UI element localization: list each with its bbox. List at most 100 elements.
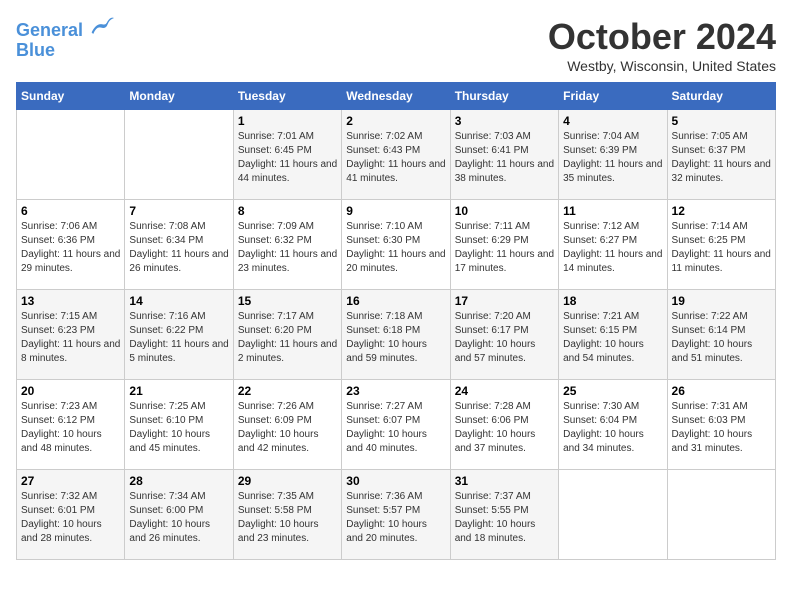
day-number: 21 [129,384,228,398]
day-info: Sunrise: 7:31 AM Sunset: 6:03 PM Dayligh… [672,400,771,456]
logo: General Blue [16,16,114,61]
logo-blue: Blue [16,40,55,60]
calendar-cell: 16 Sunrise: 7:18 AM Sunset: 6:18 PM Dayli… [342,290,450,380]
logo-general: General [16,20,83,40]
calendar-cell: 10Sunrise: 7:11 AM Sunset: 6:29 PM Dayli… [450,200,558,290]
weekday-header-wednesday: Wednesday [342,83,450,110]
day-number: 1 [238,114,337,128]
calendar-cell: 18 Sunrise: 7:21 AM Sunset: 6:15 PM Dayli… [559,290,667,380]
day-info: Sunrise: 7:14 AM Sunset: 6:25 PM Dayligh… [672,220,771,276]
calendar-cell: 8Sunrise: 7:09 AM Sunset: 6:32 PM Daylig… [233,200,341,290]
calendar-cell: 28 Sunrise: 7:34 AM Sunset: 6:00 PM Dayli… [125,470,233,560]
title-block: October 2024 Westby, Wisconsin, United S… [548,16,776,74]
day-number: 22 [238,384,337,398]
day-info: Sunrise: 7:21 AM Sunset: 6:15 PM Dayligh… [563,310,662,366]
day-info: Sunrise: 7:28 AM Sunset: 6:06 PM Dayligh… [455,400,554,456]
day-number: 6 [21,204,120,218]
calendar-cell: 29 Sunrise: 7:35 AM Sunset: 5:58 PM Dayli… [233,470,341,560]
calendar-cell: 1 Sunrise: 7:01 AM Sunset: 6:45 PM Daylig… [233,110,341,200]
calendar-cell: 17 Sunrise: 7:20 AM Sunset: 6:17 PM Dayli… [450,290,558,380]
calendar-cell: 27Sunrise: 7:32 AM Sunset: 6:01 PM Dayli… [17,470,125,560]
day-info: Sunrise: 7:10 AM Sunset: 6:30 PM Dayligh… [346,220,445,276]
day-info: Sunrise: 7:30 AM Sunset: 6:04 PM Dayligh… [563,400,662,456]
day-info: Sunrise: 7:37 AM Sunset: 5:55 PM Dayligh… [455,490,554,546]
calendar-cell [17,110,125,200]
day-number: 23 [346,384,445,398]
calendar-week-row: 1 Sunrise: 7:01 AM Sunset: 6:45 PM Daylig… [17,110,776,200]
day-info: Sunrise: 7:27 AM Sunset: 6:07 PM Dayligh… [346,400,445,456]
day-info: Sunrise: 7:32 AM Sunset: 6:01 PM Dayligh… [21,490,120,546]
logo-bird-icon [90,16,114,36]
calendar-cell: 20 Sunrise: 7:23 AM Sunset: 6:12 PM Dayli… [17,380,125,470]
day-info: Sunrise: 7:01 AM Sunset: 6:45 PM Dayligh… [238,130,337,186]
day-number: 15 [238,294,337,308]
day-info: Sunrise: 7:22 AM Sunset: 6:14 PM Dayligh… [672,310,771,366]
day-info: Sunrise: 7:26 AM Sunset: 6:09 PM Dayligh… [238,400,337,456]
day-info: Sunrise: 7:03 AM Sunset: 6:41 PM Dayligh… [455,130,554,186]
day-info: Sunrise: 7:36 AM Sunset: 5:57 PM Dayligh… [346,490,445,546]
day-info: Sunrise: 7:05 AM Sunset: 6:37 PM Dayligh… [672,130,771,186]
day-info: Sunrise: 7:35 AM Sunset: 5:58 PM Dayligh… [238,490,337,546]
calendar-cell: 12Sunrise: 7:14 AM Sunset: 6:25 PM Dayli… [667,200,775,290]
day-number: 17 [455,294,554,308]
calendar-cell: 25 Sunrise: 7:30 AM Sunset: 6:04 PM Dayli… [559,380,667,470]
day-info: Sunrise: 7:25 AM Sunset: 6:10 PM Dayligh… [129,400,228,456]
day-number: 30 [346,474,445,488]
calendar-cell: 19Sunrise: 7:22 AM Sunset: 6:14 PM Dayli… [667,290,775,380]
day-info: Sunrise: 7:18 AM Sunset: 6:18 PM Dayligh… [346,310,445,366]
day-number: 9 [346,204,445,218]
day-info: Sunrise: 7:15 AM Sunset: 6:23 PM Dayligh… [21,310,120,366]
day-number: 11 [563,204,662,218]
weekday-header-saturday: Saturday [667,83,775,110]
calendar-cell: 3 Sunrise: 7:03 AM Sunset: 6:41 PM Daylig… [450,110,558,200]
calendar-week-row: 13 Sunrise: 7:15 AM Sunset: 6:23 PM Dayli… [17,290,776,380]
month-title: October 2024 [548,16,776,58]
weekday-header-friday: Friday [559,83,667,110]
calendar-cell: 23 Sunrise: 7:27 AM Sunset: 6:07 PM Dayli… [342,380,450,470]
day-number: 25 [563,384,662,398]
day-info: Sunrise: 7:20 AM Sunset: 6:17 PM Dayligh… [455,310,554,366]
day-info: Sunrise: 7:12 AM Sunset: 6:27 PM Dayligh… [563,220,662,276]
calendar-cell: 2Sunrise: 7:02 AM Sunset: 6:43 PM Daylig… [342,110,450,200]
calendar-cell: 14Sunrise: 7:16 AM Sunset: 6:22 PM Dayli… [125,290,233,380]
calendar-cell: 4Sunrise: 7:04 AM Sunset: 6:39 PM Daylig… [559,110,667,200]
day-number: 5 [672,114,771,128]
calendar-week-row: 27Sunrise: 7:32 AM Sunset: 6:01 PM Dayli… [17,470,776,560]
calendar-cell: 26Sunrise: 7:31 AM Sunset: 6:03 PM Dayli… [667,380,775,470]
weekday-header-tuesday: Tuesday [233,83,341,110]
day-info: Sunrise: 7:16 AM Sunset: 6:22 PM Dayligh… [129,310,228,366]
day-info: Sunrise: 7:06 AM Sunset: 6:36 PM Dayligh… [21,220,120,276]
day-number: 7 [129,204,228,218]
calendar-week-row: 6 Sunrise: 7:06 AM Sunset: 6:36 PM Daylig… [17,200,776,290]
day-number: 3 [455,114,554,128]
calendar-cell: 31Sunrise: 7:37 AM Sunset: 5:55 PM Dayli… [450,470,558,560]
location: Westby, Wisconsin, United States [548,58,776,74]
calendar-week-row: 20 Sunrise: 7:23 AM Sunset: 6:12 PM Dayli… [17,380,776,470]
weekday-header-sunday: Sunday [17,83,125,110]
day-number: 28 [129,474,228,488]
day-info: Sunrise: 7:08 AM Sunset: 6:34 PM Dayligh… [129,220,228,276]
day-number: 24 [455,384,554,398]
calendar-cell [125,110,233,200]
day-info: Sunrise: 7:34 AM Sunset: 6:00 PM Dayligh… [129,490,228,546]
weekday-header-thursday: Thursday [450,83,558,110]
day-number: 18 [563,294,662,308]
calendar-cell: 13 Sunrise: 7:15 AM Sunset: 6:23 PM Dayli… [17,290,125,380]
day-info: Sunrise: 7:23 AM Sunset: 6:12 PM Dayligh… [21,400,120,456]
calendar-cell: 21 Sunrise: 7:25 AM Sunset: 6:10 PM Dayli… [125,380,233,470]
day-number: 16 [346,294,445,308]
day-info: Sunrise: 7:11 AM Sunset: 6:29 PM Dayligh… [455,220,554,276]
day-number: 4 [563,114,662,128]
calendar-cell: 7 Sunrise: 7:08 AM Sunset: 6:34 PM Daylig… [125,200,233,290]
calendar-header-row: SundayMondayTuesdayWednesdayThursdayFrid… [17,83,776,110]
calendar-cell: 15 Sunrise: 7:17 AM Sunset: 6:20 PM Dayli… [233,290,341,380]
calendar-table: SundayMondayTuesdayWednesdayThursdayFrid… [16,82,776,560]
day-info: Sunrise: 7:17 AM Sunset: 6:20 PM Dayligh… [238,310,337,366]
calendar-cell: 30 Sunrise: 7:36 AM Sunset: 5:57 PM Dayli… [342,470,450,560]
day-info: Sunrise: 7:02 AM Sunset: 6:43 PM Dayligh… [346,130,445,186]
day-number: 13 [21,294,120,308]
calendar-cell [559,470,667,560]
day-number: 20 [21,384,120,398]
day-number: 29 [238,474,337,488]
calendar-cell: 6 Sunrise: 7:06 AM Sunset: 6:36 PM Daylig… [17,200,125,290]
